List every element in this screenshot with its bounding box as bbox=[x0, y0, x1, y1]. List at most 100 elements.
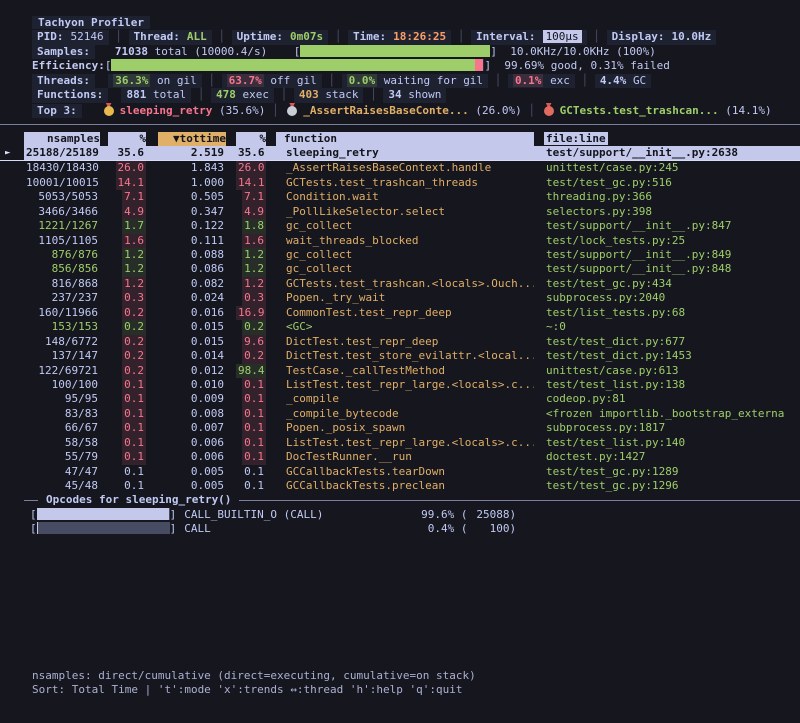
pct-direct-cell: 0.2 bbox=[108, 364, 146, 378]
top2-function: _AssertRaisesBaseConte... bbox=[303, 104, 469, 117]
opcode-count: 25088 bbox=[468, 508, 510, 522]
table-row[interactable]: ►18430/1843026.01.84326.0_AssertRaisesBa… bbox=[0, 161, 800, 175]
header-function[interactable]: function bbox=[276, 132, 534, 146]
header-nsamples[interactable]: nsamples bbox=[24, 132, 100, 146]
opcode-pct: 99.6% bbox=[414, 508, 454, 522]
uptime-value: 0m07s bbox=[290, 30, 323, 43]
pct-direct-cell: 1.2 bbox=[108, 262, 146, 276]
file-line-cell: test/list_tests.py:68 bbox=[544, 306, 790, 320]
nsamples-cell: 237/237 bbox=[24, 291, 100, 305]
pct-direct-cell: 35.6 bbox=[108, 146, 146, 160]
file-line-cell: test/test_dict.py:1453 bbox=[544, 349, 790, 363]
table-row[interactable]: ►5053/50537.10.5057.1Condition.waitthrea… bbox=[0, 190, 800, 204]
nsamples-cell: 45/48 bbox=[24, 479, 100, 493]
samples-detail: total (10000.4/s) bbox=[155, 45, 268, 58]
thread-value: ALL bbox=[187, 30, 207, 43]
nsamples-cell: 3466/3466 bbox=[24, 205, 100, 219]
pid-value: 52146 bbox=[71, 30, 104, 43]
tottime-cell: 0.006 bbox=[158, 450, 226, 464]
functions-label: Functions: bbox=[32, 88, 108, 102]
display-label: Display: bbox=[612, 30, 665, 43]
table-row[interactable]: ►1221/12671.70.1221.8gc_collecttest/supp… bbox=[0, 219, 800, 233]
file-line-cell: doctest.py:1427 bbox=[544, 450, 790, 464]
function-cell: Condition.wait bbox=[276, 190, 534, 204]
time-segment: Time:18:26:25 bbox=[348, 30, 451, 44]
table-row[interactable]: ►153/1530.20.0150.2<GC>~:0 bbox=[0, 320, 800, 334]
table-row[interactable]: ►856/8561.20.0861.2gc_collecttest/suppor… bbox=[0, 262, 800, 276]
tottime-cell: 0.014 bbox=[158, 349, 226, 363]
table-row[interactable]: ►148/67720.20.0159.6DictTest.test_repr_d… bbox=[0, 335, 800, 349]
table-row[interactable]: ►100/1000.10.0100.1ListTest.test_repr_la… bbox=[0, 378, 800, 392]
table-row[interactable]: ►25188/2518935.62.51935.6sleeping_retryt… bbox=[0, 146, 800, 161]
function-cell: Popen._posix_spawn bbox=[276, 421, 534, 435]
table-row[interactable]: ►137/1470.20.0140.2DictTest.test_store_e… bbox=[0, 349, 800, 363]
functions-total: 881 total bbox=[121, 88, 191, 102]
table-row[interactable]: ►160/119660.20.01616.9CommonTest.test_re… bbox=[0, 306, 800, 320]
thread-segment: Thread:ALL bbox=[129, 30, 212, 44]
function-cell: _compile bbox=[276, 392, 534, 406]
table-row[interactable]: ►66/670.10.0070.1Popen._posix_spawnsubpr… bbox=[0, 421, 800, 435]
function-cell: ListTest.test_repr_large.<locals>.c... bbox=[276, 436, 534, 450]
pct-cumulative-cell: 0.1 bbox=[236, 378, 266, 392]
pct-direct-cell: 7.1 bbox=[108, 190, 146, 204]
uptime-label: Uptime: bbox=[237, 30, 283, 43]
exc-segment: 0.1% exc bbox=[508, 74, 575, 88]
table-row[interactable]: ►10001/1001514.11.00014.1GCTests.test_tr… bbox=[0, 176, 800, 190]
function-cell: gc_collect bbox=[276, 262, 534, 276]
pct-direct-cell: 0.1 bbox=[108, 450, 146, 464]
uptime-segment: Uptime: 0m07s bbox=[232, 30, 328, 44]
tottime-cell: 0.007 bbox=[158, 421, 226, 435]
legend-line: nsamples: direct/cumulative (direct=exec… bbox=[0, 669, 800, 683]
table-row[interactable]: ►122/697210.20.01298.4TestCase._callTest… bbox=[0, 364, 800, 378]
function-cell: GCCallbackTests.tearDown bbox=[276, 465, 534, 479]
nsamples-cell: 122/69721 bbox=[24, 364, 100, 378]
nsamples-cell: 47/47 bbox=[24, 465, 100, 479]
table-row[interactable]: ►3466/34664.90.3474.9_PollLikeSelector.s… bbox=[0, 205, 800, 219]
nsamples-cell: 95/95 bbox=[24, 392, 100, 406]
nsamples-cell: 100/100 bbox=[24, 378, 100, 392]
table-row[interactable]: ►876/8761.20.0881.2gc_collecttest/suppor… bbox=[0, 248, 800, 262]
time-label: Time: bbox=[353, 30, 386, 43]
title-dash-right bbox=[239, 500, 800, 501]
opcode-bar bbox=[37, 522, 170, 534]
tottime-cell: 0.010 bbox=[158, 378, 226, 392]
functions-stack: 403 stack bbox=[294, 88, 364, 102]
header-pct-cumulative[interactable]: % bbox=[236, 132, 266, 146]
table-row[interactable]: ►237/2370.30.0240.3Popen._try_waitsubpro… bbox=[0, 291, 800, 305]
header-pct-direct[interactable]: % bbox=[108, 132, 146, 146]
table-row[interactable]: ►816/8681.20.0821.2GCTests.test_trashcan… bbox=[0, 277, 800, 291]
table-row[interactable]: ►55/790.10.0060.1DocTestRunner.__rundoct… bbox=[0, 450, 800, 464]
header-file-line[interactable]: file:line bbox=[544, 132, 790, 146]
top3-function: GCTests.test_trashcan... bbox=[560, 104, 719, 117]
function-cell: GCTests.test_trashcan_threads bbox=[276, 176, 534, 190]
pct-cumulative-cell: 1.2 bbox=[236, 248, 266, 262]
table-row[interactable]: ►45/480.10.0050.1GCCallbackTests.preclea… bbox=[0, 479, 800, 493]
tottime-cell: 0.086 bbox=[158, 262, 226, 276]
opcode-name: CALL_BUILTIN_O (CALL) bbox=[184, 508, 414, 522]
status-bar: PID:52146 │ Thread:ALL │ Uptime:0m07s │ … bbox=[0, 30, 800, 44]
interval-segment: Interval:100μs bbox=[471, 30, 587, 44]
profiler-terminal: Tachyon Profiler PID:52146 │ Thread:ALL … bbox=[0, 0, 800, 723]
pct-direct-cell: 0.1 bbox=[108, 421, 146, 435]
table-row[interactable]: ►58/580.10.0060.1ListTest.test_repr_larg… bbox=[0, 436, 800, 450]
selected-row-arrow-icon: ► bbox=[5, 146, 10, 160]
nsamples-cell: 66/67 bbox=[24, 421, 100, 435]
opcodes-section-title: Opcodes for sleeping_retry() bbox=[0, 493, 800, 507]
tottime-cell: 0.505 bbox=[158, 190, 226, 204]
tottime-cell: 0.009 bbox=[158, 392, 226, 406]
table-row[interactable]: ►1105/11051.60.1111.6wait_threads_blocke… bbox=[0, 234, 800, 248]
table-row[interactable]: ►95/950.10.0090.1_compilecodeop.py:81 bbox=[0, 392, 800, 406]
pct-direct-cell: 0.3 bbox=[108, 291, 146, 305]
file-line-cell: test/test_list.py:140 bbox=[544, 436, 790, 450]
nsamples-cell: 55/79 bbox=[24, 450, 100, 464]
pct-direct-cell: 0.2 bbox=[108, 335, 146, 349]
table-row[interactable]: ►47/470.10.0050.1GCCallbackTests.tearDow… bbox=[0, 465, 800, 479]
function-cell: DictTest.test_store_evilattr.<local... bbox=[276, 349, 534, 363]
nsamples-cell: 153/153 bbox=[24, 320, 100, 334]
function-cell: CommonTest.test_repr_deep bbox=[276, 306, 534, 320]
header-tottime-sorted[interactable]: ▼tottime bbox=[158, 132, 226, 146]
table-row[interactable]: ►83/830.10.0080.1_compile_bytecode<froze… bbox=[0, 407, 800, 421]
efficiency-line: Efficiency:[] 99.69% good, 0.31% failed bbox=[0, 59, 800, 73]
efficiency-label: Efficiency: bbox=[32, 59, 105, 72]
pct-direct-cell: 26.0 bbox=[108, 161, 146, 175]
